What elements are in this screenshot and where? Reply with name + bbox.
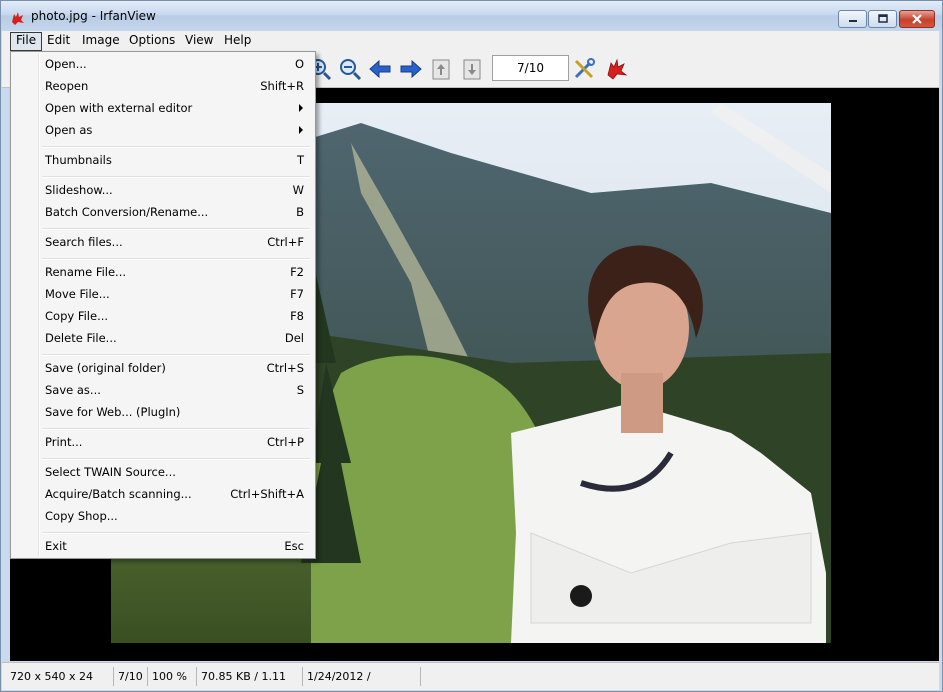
menu-item-label: Search files...	[45, 235, 123, 249]
page-down-icon[interactable]	[461, 57, 485, 81]
menu-item-shortcut: F2	[290, 265, 304, 279]
submenu-arrow-icon	[299, 104, 303, 112]
menu-item-label: Select TWAIN Source...	[45, 465, 176, 479]
menu-item-select-twain-source[interactable]: Select TWAIN Source...	[14, 461, 312, 483]
menu-item-open-as[interactable]: Open as	[14, 119, 312, 141]
menu-item-open[interactable]: Open... O	[14, 53, 312, 75]
menu-item-acquire-batch-scanning[interactable]: Acquire/Batch scanning... Ctrl+Shift+A	[14, 483, 312, 505]
menu-item-shortcut: T	[296, 153, 304, 167]
close-icon	[912, 14, 922, 24]
menu-separator	[42, 532, 310, 534]
menu-item-label: Save for Web... (PlugIn)	[45, 405, 181, 419]
menu-separator	[42, 458, 310, 460]
menu-separator	[42, 354, 310, 356]
menu-item-batch-conversion[interactable]: Batch Conversion/Rename... B	[14, 201, 312, 223]
page-up-icon[interactable]	[430, 57, 454, 81]
menu-item-print[interactable]: Print... Ctrl+P	[14, 431, 312, 453]
arrow-right-icon[interactable]	[399, 57, 423, 81]
menu-item-exit[interactable]: Exit Esc	[14, 535, 312, 557]
irfanview-app-icon	[12, 12, 24, 25]
status-index: 7/10	[114, 667, 148, 686]
menu-item-label: Open...	[45, 57, 87, 71]
menu-edit[interactable]: Edit	[42, 32, 75, 49]
menu-item-shortcut: Ctrl+F	[267, 235, 304, 249]
menu-item-label: Open with external editor	[45, 101, 193, 115]
menu-item-shortcut: Ctrl+S	[266, 361, 304, 375]
submenu-arrow-icon	[299, 126, 303, 134]
menu-item-move-file[interactable]: Move File... F7	[14, 283, 312, 305]
menu-item-label: Acquire/Batch scanning...	[45, 487, 192, 501]
menu-item-label: Exit	[45, 539, 67, 553]
menu-item-shortcut: Ctrl+P	[266, 435, 304, 449]
menu-item-shortcut: O	[294, 57, 304, 71]
menu-item-shortcut: Esc	[284, 539, 304, 553]
menu-item-label: Slideshow...	[45, 183, 113, 197]
menu-image[interactable]: Image	[77, 32, 125, 49]
menu-item-label: Save as...	[45, 383, 101, 397]
menu-item-save-as[interactable]: Save as... S	[14, 379, 312, 401]
close-button[interactable]	[899, 10, 935, 28]
menu-separator	[42, 258, 310, 260]
menu-item-open-with-external-editor[interactable]: Open with external editor	[14, 97, 312, 119]
menu-file[interactable]: File	[10, 32, 43, 51]
menu-item-shortcut: Shift+R	[260, 79, 304, 93]
menu-item-thumbnails[interactable]: Thumbnails T	[14, 149, 312, 171]
menu-bar: File Edit Image Options View Help	[2, 31, 939, 51]
menu-separator	[42, 146, 310, 148]
arrow-left-icon[interactable]	[368, 57, 392, 81]
menu-item-label: Save (original folder)	[45, 361, 166, 375]
menu-item-save-original-folder[interactable]: Save (original folder) Ctrl+S	[14, 357, 312, 379]
menu-item-rename-file[interactable]: Rename File... F2	[14, 261, 312, 283]
menu-help[interactable]: Help	[219, 32, 256, 49]
menu-item-shortcut: F8	[290, 309, 304, 323]
menu-item-delete-file[interactable]: Delete File... Del	[14, 327, 312, 349]
menu-item-label: Rename File...	[45, 265, 127, 279]
irfanview-window: photo.jpg - IrfanView File Edit Image Op…	[0, 0, 943, 692]
status-filesize: 70.85 KB / 1.11 MB	[197, 667, 303, 691]
menu-view[interactable]: View	[180, 32, 218, 49]
menu-item-shortcut: B	[296, 205, 304, 219]
maximize-icon	[877, 14, 888, 23]
zoom-out-icon[interactable]	[338, 57, 362, 81]
status-datetime: 1/24/2012 / 16:26:39	[303, 667, 421, 691]
menu-item-save-for-web[interactable]: Save for Web... (PlugIn)	[14, 401, 312, 423]
menu-separator	[42, 176, 310, 178]
menu-item-label: Delete File...	[45, 331, 117, 345]
file-menu-dropdown: Open... O Reopen Shift+R Open with exter…	[10, 51, 316, 559]
window-title: photo.jpg - IrfanView	[31, 9, 156, 23]
menu-item-shortcut: Del	[284, 331, 304, 345]
menu-item-label: Reopen	[45, 79, 89, 93]
status-dimensions: 720 x 540 x 24 BPP	[6, 667, 114, 691]
irfanview-icon[interactable]	[604, 57, 628, 81]
menu-item-shortcut: Ctrl+Shift+A	[230, 487, 304, 501]
menu-item-copy-shop[interactable]: Copy Shop...	[14, 505, 312, 527]
menu-item-label: Move File...	[45, 287, 110, 301]
tools-icon[interactable]	[572, 57, 596, 81]
menu-item-reopen[interactable]: Reopen Shift+R	[14, 75, 312, 97]
menu-separator	[42, 228, 310, 230]
status-bar: 720 x 540 x 24 BPP 7/10 100 % 70.85 KB /…	[2, 662, 939, 691]
menu-item-copy-file[interactable]: Copy File... F8	[14, 305, 312, 327]
menu-options[interactable]: Options	[124, 32, 180, 49]
maximize-button[interactable]	[868, 10, 897, 28]
menu-item-label: Thumbnails	[45, 153, 112, 167]
menu-separator	[42, 428, 310, 430]
menu-item-label: Copy Shop...	[45, 509, 118, 523]
menu-item-label: Copy File...	[45, 309, 109, 323]
minimize-button[interactable]	[838, 10, 867, 28]
status-zoom: 100 %	[148, 667, 197, 686]
menu-item-slideshow[interactable]: Slideshow... W	[14, 179, 312, 201]
menu-item-search-files[interactable]: Search files... Ctrl+F	[14, 231, 312, 253]
image-counter[interactable]: 7/10	[492, 55, 569, 81]
title-bar[interactable]: photo.jpg - IrfanView	[1, 1, 942, 31]
minimize-icon	[848, 20, 857, 22]
menu-item-label: Open as	[45, 123, 93, 137]
menu-item-shortcut: S	[296, 383, 304, 397]
menu-item-label: Batch Conversion/Rename...	[45, 205, 209, 219]
menu-item-label: Print...	[45, 435, 83, 449]
menu-item-shortcut: W	[292, 183, 304, 197]
menu-item-shortcut: F7	[290, 287, 304, 301]
